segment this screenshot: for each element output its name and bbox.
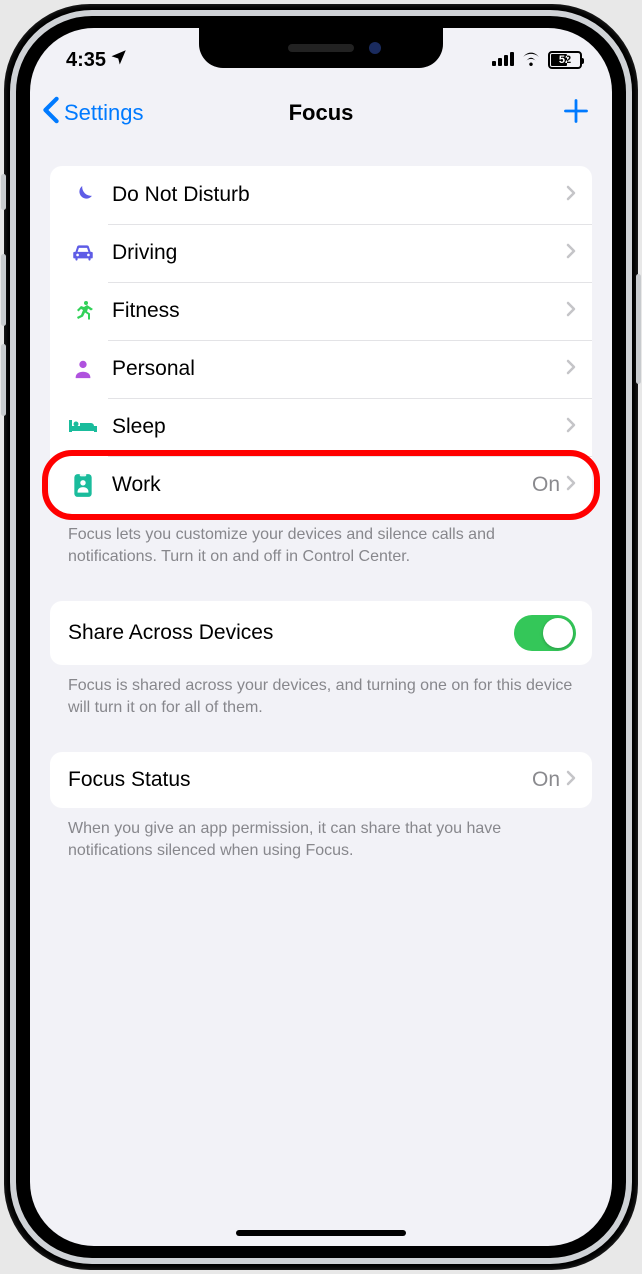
cellular-icon <box>492 49 514 72</box>
focus-status-section: Focus Status On <box>50 752 592 808</box>
battery-icon: 52 <box>548 51 582 69</box>
bed-icon <box>68 412 98 442</box>
chevron-right-icon <box>566 301 576 322</box>
focus-mode-label: Fitness <box>112 299 566 323</box>
home-indicator[interactable] <box>236 1230 406 1236</box>
chevron-right-icon <box>566 770 576 791</box>
back-label: Settings <box>64 100 144 126</box>
volume-up-button <box>1 254 6 326</box>
focus-footer: Focus lets you customize your devices an… <box>50 514 592 567</box>
focus-status-label: Focus Status <box>68 768 532 792</box>
focus-mode-value: On <box>532 473 560 497</box>
focus-mode-label: Personal <box>112 357 566 381</box>
page-title: Focus <box>289 100 354 126</box>
focus-mode-row-fitness[interactable]: Fitness <box>50 282 592 340</box>
chevron-right-icon <box>566 243 576 264</box>
runner-icon <box>68 296 98 326</box>
share-footer: Focus is shared across your devices, and… <box>50 665 592 718</box>
phone-frame: 4:35 <box>4 4 638 1270</box>
focus-status-row[interactable]: Focus Status On <box>50 752 592 808</box>
share-label: Share Across Devices <box>68 621 514 645</box>
silence-switch <box>1 174 6 210</box>
focus-mode-label: Work <box>112 473 532 497</box>
chevron-left-icon <box>42 96 60 130</box>
focus-mode-row-personal[interactable]: Personal <box>50 340 592 398</box>
volume-down-button <box>1 344 6 416</box>
focus-status-value: On <box>532 768 560 792</box>
power-button <box>636 274 641 384</box>
wifi-icon <box>520 49 542 72</box>
badge-icon <box>68 470 98 500</box>
share-section: Share Across Devices <box>50 601 592 665</box>
location-icon <box>110 48 128 72</box>
chevron-right-icon <box>566 359 576 380</box>
chevron-right-icon <box>566 475 576 496</box>
screen: 4:35 <box>30 28 612 1246</box>
status-time: 4:35 <box>66 49 106 72</box>
chevron-right-icon <box>566 417 576 438</box>
focus-mode-row-driving[interactable]: Driving <box>50 224 592 282</box>
chevron-right-icon <box>566 185 576 206</box>
car-icon <box>68 238 98 268</box>
notch <box>199 28 443 68</box>
add-button[interactable] <box>562 97 590 130</box>
nav-bar: Settings Focus <box>30 78 612 144</box>
focus-mode-label: Driving <box>112 241 566 265</box>
share-across-devices-row[interactable]: Share Across Devices <box>50 601 592 665</box>
person-icon <box>68 354 98 384</box>
back-button[interactable]: Settings <box>42 96 144 130</box>
focus-mode-label: Do Not Disturb <box>112 183 566 207</box>
focus-mode-row-do-not-disturb[interactable]: Do Not Disturb <box>50 166 592 224</box>
focus-status-footer: When you give an app permission, it can … <box>50 808 592 861</box>
focus-modes-section: Do Not Disturb Driving Fitness Personal Slee… <box>50 166 592 514</box>
focus-mode-row-sleep[interactable]: Sleep <box>50 398 592 456</box>
share-toggle[interactable] <box>514 615 576 651</box>
moon-icon <box>68 180 98 210</box>
focus-mode-label: Sleep <box>112 415 566 439</box>
focus-mode-row-work[interactable]: WorkOn <box>50 456 592 514</box>
